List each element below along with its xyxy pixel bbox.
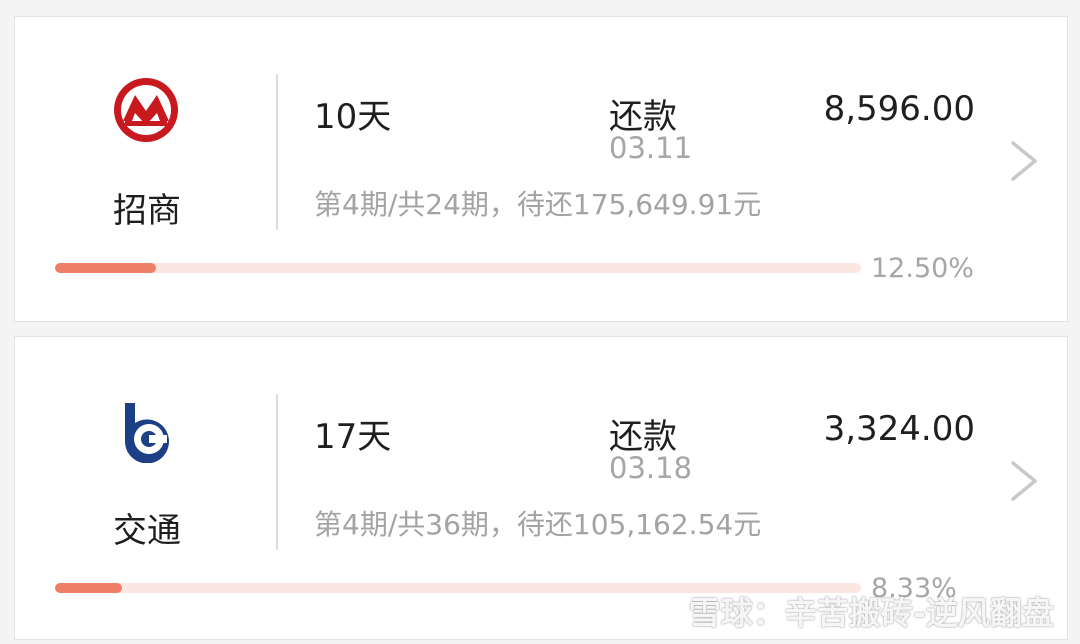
- repay-amount: 8,596.00: [823, 89, 975, 129]
- cmb-bank-logo-icon: [114, 78, 178, 142]
- installment-detail: 第4期/共24期，待还175,649.91元: [314, 188, 762, 221]
- bocom-bank-logo-icon: [124, 403, 169, 463]
- watermark: 雪球：辛苦搬砖-逆风翻盘: [645, 588, 1054, 634]
- loan-card-cmb[interactable]: 招商 10天 还款 03.11 8,596.00 第4期/共24期，待还175,…: [14, 16, 1068, 322]
- days-until-repay: 10天: [314, 97, 392, 137]
- repay-date: 03.11: [609, 131, 693, 165]
- watermark-text: 雪球：辛苦搬砖-逆风翻盘: [688, 594, 1054, 632]
- progress-fill: [55, 263, 156, 273]
- divider: [276, 74, 278, 230]
- installment-detail: 第4期/共36期，待还105,162.54元: [314, 508, 762, 541]
- progress-bar: [55, 263, 861, 273]
- repay-date: 03.18: [609, 451, 693, 485]
- chevron-right-icon[interactable]: [1005, 457, 1045, 505]
- bank-name: 交通: [113, 511, 181, 551]
- progress-fill: [55, 583, 123, 593]
- divider: [276, 394, 278, 550]
- repay-amount: 3,324.00: [823, 409, 975, 449]
- bank-name: 招商: [113, 191, 181, 231]
- chevron-right-icon[interactable]: [1005, 137, 1045, 185]
- progress-percent: 12.50%: [871, 253, 974, 284]
- days-until-repay: 17天: [314, 417, 392, 457]
- xueqiu-logo-icon: [648, 593, 676, 629]
